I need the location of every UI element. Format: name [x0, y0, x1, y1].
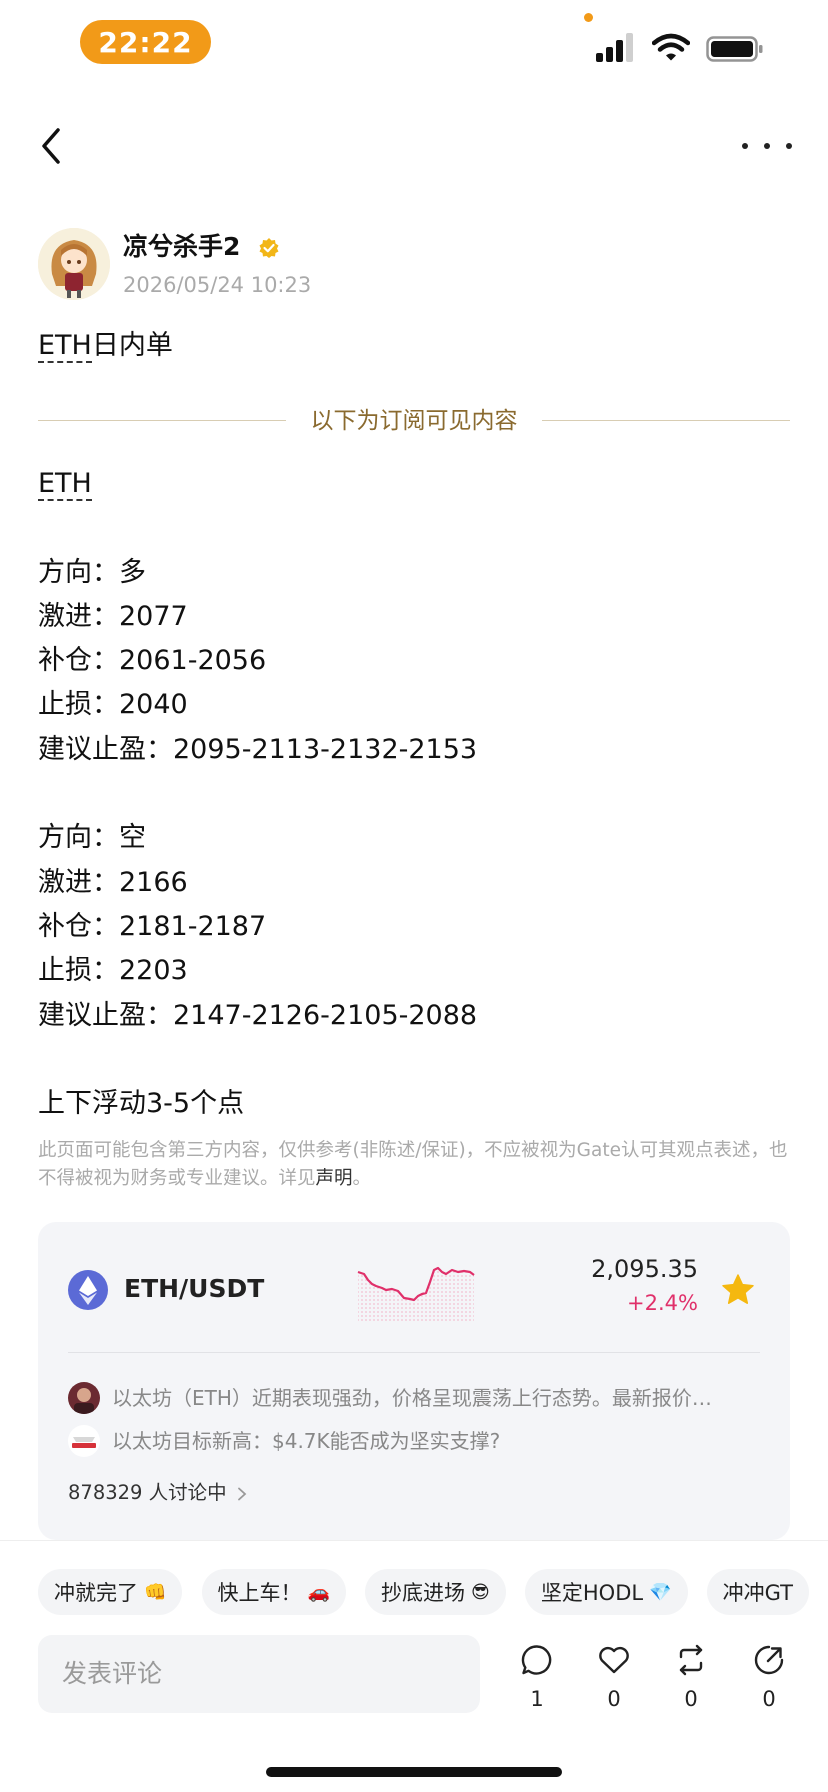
quick-reply-chip[interactable]: 冲就完了 👊 — [38, 1569, 183, 1615]
post-timestamp: 2026/05/24 10:23 — [123, 273, 312, 297]
like-button[interactable]: 0 — [589, 1643, 639, 1713]
chip-label: 抄底进场 — [381, 1581, 466, 1605]
post-body: ETH 方向：多 激进：2077 补仓：2061-2056 止损：2040 建议… — [38, 462, 798, 1126]
trading-pair[interactable]: ETH/USDT — [124, 1272, 264, 1306]
more-dot-icon — [786, 143, 792, 149]
body-line: 方向：多 — [38, 556, 146, 588]
diamond-icon: 💎 — [649, 1581, 672, 1603]
more-dot-icon — [742, 143, 748, 149]
body-line: 止损：2040 — [38, 689, 188, 721]
body-line: 建议止盈：2095-2113-2132-2153 — [38, 733, 478, 765]
disclaimer-text: 此页面可能包含第三方内容，仅供参考(非陈述/保证)，不应被视为Gate认可其观点… — [38, 1140, 788, 1189]
more-options-button[interactable] — [742, 128, 792, 164]
body-line — [38, 506, 798, 550]
quick-reply-chip[interactable]: 抄底进场 😎 — [365, 1569, 506, 1615]
disclaimer-end: 。 — [352, 1168, 372, 1189]
body-line: 方向：空 — [38, 822, 146, 854]
chevron-left-icon — [42, 128, 60, 164]
anime-avatar-icon — [38, 228, 110, 300]
news-headline: 以太坊（ETH）近期表现强劲，价格呈现震荡上行态势。最新报价… — [112, 1386, 712, 1410]
card-divider — [68, 1352, 760, 1353]
news-source-avatar — [68, 1382, 100, 1414]
body-line: 上下浮动3-5个点 — [38, 1088, 245, 1120]
body-line: 止损：2203 — [38, 955, 188, 987]
disclaimer: 此页面可能包含第三方内容，仅供参考(非陈述/保证)，不应被视为Gate认可其观点… — [38, 1137, 790, 1193]
ticker-link-eth[interactable]: ETH — [38, 468, 92, 501]
post-title-text: 日内单 — [91, 330, 173, 361]
bottom-bar: 冲就完了 👊 快上车！ 🚗 抄底进场 😎 坚定HODL 💎 冲冲GT 发表评论 1 0 … — [0, 1540, 828, 1792]
chip-label: 坚定HODL — [540, 1581, 644, 1605]
discussion-count: 878329 人讨论中 — [68, 1481, 227, 1504]
repost-icon — [679, 1644, 703, 1676]
back-button[interactable] — [34, 122, 70, 170]
home-indicator — [266, 1767, 562, 1777]
privacy-indicator-dot — [584, 13, 593, 22]
verified-badge-icon — [259, 238, 279, 258]
divider-line-right — [542, 420, 790, 421]
favorite-star-icon[interactable] — [720, 1272, 756, 1308]
chevron-right-icon — [237, 1487, 246, 1500]
wifi-icon — [652, 33, 690, 61]
post-title: ETH日内单 — [38, 326, 173, 366]
news-item[interactable]: 以太坊（ETH）近期表现强劲，价格呈现震荡上行态势。最新报价… — [68, 1380, 768, 1416]
quick-reply-chips: 冲就完了 👊 快上车！ 🚗 抄底进场 😎 坚定HODL 💎 冲冲GT — [38, 1569, 828, 1615]
body-line: 激进：2166 — [38, 866, 188, 898]
like-count: 0 — [607, 1687, 621, 1711]
market-card[interactable]: ETH/USDT 2,095.35 +2.4% 以太坊（ETH）近期表现强劲，价… — [38, 1222, 790, 1540]
author-name[interactable]: 凉兮杀手2 — [123, 230, 240, 264]
body-line — [38, 772, 798, 816]
news-source-avatar — [68, 1425, 100, 1457]
quick-reply-chip[interactable]: 快上车！ 🚗 — [201, 1569, 346, 1615]
price-change: +2.4% — [627, 1291, 698, 1315]
comment-button[interactable]: 1 — [512, 1643, 562, 1713]
discussion-count-link[interactable]: 878329 人讨论中 — [68, 1478, 249, 1508]
battery-icon — [706, 36, 763, 62]
quick-reply-chip[interactable]: 冲冲GT — [706, 1569, 809, 1615]
body-line: 激进：2077 — [38, 600, 188, 632]
chip-label: 冲冲GT — [722, 1581, 793, 1605]
body-line: 建议止盈：2147-2126-2105-2088 — [38, 999, 478, 1031]
price-sparkline — [357, 1266, 475, 1322]
current-price: 2,095.35 — [591, 1255, 698, 1283]
status-time: 22:22 — [80, 20, 211, 64]
more-dot-icon — [764, 143, 770, 149]
car-icon: 🚗 — [307, 1581, 330, 1603]
eth-logo-icon — [68, 1270, 108, 1310]
news-item[interactable]: 以太坊目标新高：$4.7K能否成为坚实支撑? — [68, 1423, 768, 1459]
ticker-link-eth[interactable]: ETH — [38, 330, 92, 363]
fist-icon: 👊 — [144, 1581, 167, 1603]
chip-label: 冲就完了 — [54, 1581, 138, 1605]
subscription-divider-label: 以下为订阅可见内容 — [310, 408, 518, 434]
repost-button[interactable]: 0 — [666, 1643, 716, 1713]
comment-count: 1 — [530, 1687, 544, 1711]
body-line — [38, 1038, 798, 1082]
sunglasses-icon: 😎 — [471, 1581, 490, 1603]
status-bar: 22:22 — [0, 0, 828, 90]
news-headline: 以太坊目标新高：$4.7K能否成为坚实支撑? — [112, 1429, 501, 1453]
share-count: 0 — [762, 1687, 776, 1711]
body-line: 补仓：2181-2187 — [38, 910, 267, 942]
author-avatar[interactable] — [38, 228, 110, 300]
repost-count: 0 — [684, 1687, 698, 1711]
chip-label: 快上车！ — [217, 1581, 302, 1605]
body-line: 补仓：2061-2056 — [38, 645, 267, 677]
heart-icon — [599, 1646, 629, 1674]
cellular-signal-icon — [596, 32, 636, 62]
comment-input[interactable]: 发表评论 — [38, 1635, 480, 1713]
share-button[interactable]: 0 — [744, 1643, 794, 1713]
share-icon — [754, 1645, 784, 1675]
comment-bubble-icon — [521, 1645, 552, 1675]
disclaimer-statement-link[interactable]: 声明 — [316, 1168, 353, 1189]
quick-reply-chip[interactable]: 坚定HODL 💎 — [524, 1569, 688, 1615]
